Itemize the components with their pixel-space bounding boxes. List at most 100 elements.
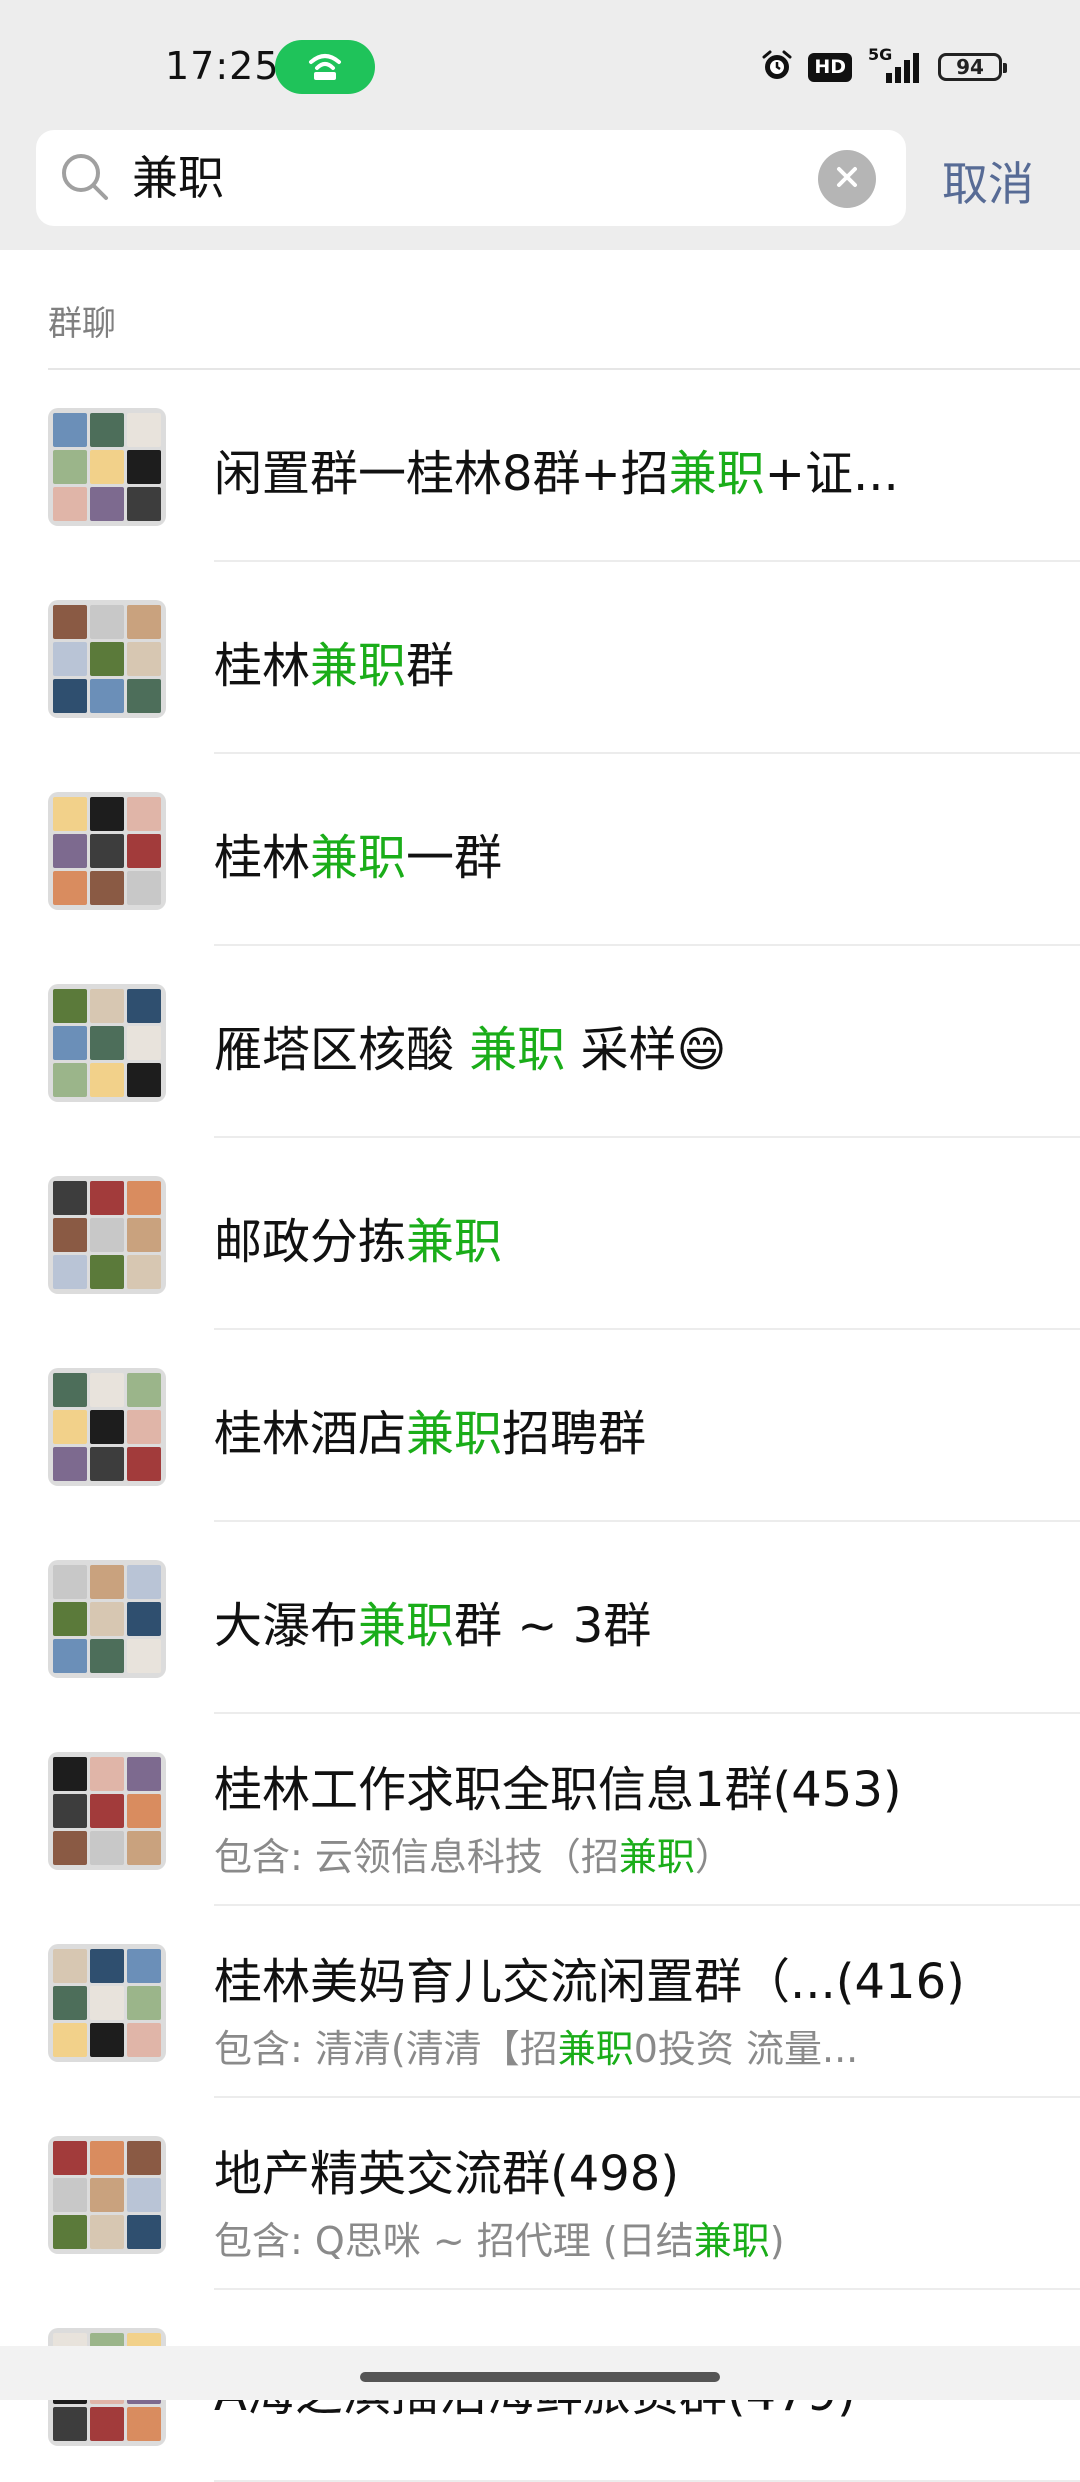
group-chat-result[interactable]: 桂林美妈育儿交流闲置群（...(416) 包含: 清清(清清【招兼职0投资 流量.… xyxy=(0,1906,1080,2098)
group-name: 闲置群一桂林8群+招兼职+证... xyxy=(214,434,899,504)
member-avatar-tile xyxy=(127,605,161,639)
member-avatar-tile xyxy=(53,1757,87,1791)
member-avatar-tile xyxy=(90,989,124,1023)
text-segment: 桂林工作求职全职信息1群(453) xyxy=(214,1762,902,1818)
member-avatar-tile xyxy=(127,642,161,676)
group-name: 桂林美妈育儿交流闲置群（...(416) xyxy=(214,1942,965,2012)
highlight-keyword: 兼职 xyxy=(618,1835,695,1879)
member-avatar-tile xyxy=(53,871,87,905)
status-time: 17:25 xyxy=(165,44,280,88)
group-chat-result[interactable]: 地产精英交流群(498) 包含: Q思咪 ~ 招代理 (日结兼职) xyxy=(0,2098,1080,2290)
matched-member: 包含: 清清(清清【招兼职0投资 流量... xyxy=(214,2018,858,2073)
text-segment: 包含: 清清(清清【招 xyxy=(214,2027,558,2071)
member-avatar-tile xyxy=(53,1602,87,1636)
member-avatar-tile xyxy=(53,1410,87,1444)
member-avatar-tile xyxy=(127,679,161,713)
group-avatar xyxy=(48,1560,166,1678)
member-avatar-tile xyxy=(90,1063,124,1097)
hotspot-indicator[interactable] xyxy=(275,40,375,94)
member-avatar-tile xyxy=(90,1373,124,1407)
matched-member: 包含: 云领信息科技（招兼职） xyxy=(214,1826,733,1881)
member-avatar-tile xyxy=(53,1218,87,1252)
member-avatar-tile xyxy=(127,2178,161,2212)
group-avatar xyxy=(48,1176,166,1294)
text-segment: 桂林酒店 xyxy=(214,1406,407,1462)
member-avatar-tile xyxy=(53,1026,87,1060)
text-segment: 桂林 xyxy=(214,638,311,694)
close-icon xyxy=(834,164,860,194)
status-icons: HD 5G 94 xyxy=(760,45,1007,86)
member-avatar-tile xyxy=(127,797,161,831)
battery-level: 94 xyxy=(956,55,984,79)
group-name: 桂林工作求职全职信息1群(453) xyxy=(214,1750,902,1820)
group-chat-result[interactable]: 桂林工作求职全职信息1群(453) 包含: 云领信息科技（招兼职） xyxy=(0,1714,1080,1906)
highlight-keyword: 兼职 xyxy=(406,1406,503,1462)
member-avatar-tile xyxy=(90,1181,124,1215)
group-chat-result[interactable]: 桂林兼职群 xyxy=(0,562,1080,754)
member-avatar-tile xyxy=(53,2141,87,2175)
member-avatar-tile xyxy=(53,2178,87,2212)
member-avatar-tile xyxy=(53,1373,87,1407)
member-avatar-tile xyxy=(90,1831,124,1865)
text-segment: 包含: Q思咪 ~ 招代理 (日结 xyxy=(214,2219,694,2263)
member-avatar-tile xyxy=(127,1949,161,1983)
member-avatar-tile xyxy=(90,834,124,868)
group-chat-result[interactable]: 邮政分拣兼职 xyxy=(0,1138,1080,1330)
member-avatar-tile xyxy=(90,1639,124,1673)
group-chat-result[interactable]: 闲置群一桂林8群+招兼职+证... xyxy=(0,370,1080,562)
clear-search-button[interactable] xyxy=(818,150,876,208)
text-segment: 桂林 xyxy=(214,830,311,886)
highlight-keyword: 兼职 xyxy=(469,1022,566,1078)
member-avatar-tile xyxy=(90,413,124,447)
text-segment: 雁塔区核酸 xyxy=(214,1022,470,1078)
group-name: 邮政分拣兼职 xyxy=(214,1202,502,1272)
member-avatar-tile xyxy=(127,1986,161,2020)
text-segment: +证... xyxy=(764,446,899,502)
member-avatar-tile xyxy=(53,679,87,713)
cancel-button[interactable]: 取消 xyxy=(942,148,1034,214)
member-avatar-tile xyxy=(90,450,124,484)
member-avatar-tile xyxy=(127,989,161,1023)
hd-voice-icon: HD xyxy=(808,52,852,82)
member-avatar-tile xyxy=(127,1565,161,1599)
signal-icon: 5G xyxy=(866,45,924,85)
group-chat-result[interactable]: 桂林酒店兼职招聘群 xyxy=(0,1330,1080,1522)
member-avatar-tile xyxy=(53,989,87,1023)
group-chat-result[interactable]: 雁塔区核酸 兼职 采样😄 xyxy=(0,946,1080,1138)
member-avatar-tile xyxy=(90,1794,124,1828)
home-indicator[interactable] xyxy=(360,2372,720,2382)
text-segment: ) xyxy=(769,2219,785,2263)
text-segment: 0投资 流量... xyxy=(633,2027,859,2071)
member-avatar-tile xyxy=(90,1565,124,1599)
text-segment: 招聘群 xyxy=(502,1406,647,1462)
member-avatar-tile xyxy=(53,1986,87,2020)
member-avatar-tile xyxy=(90,871,124,905)
text-segment: 邮政分拣 xyxy=(214,1214,407,1270)
member-avatar-tile xyxy=(90,1949,124,1983)
matched-member: 包含: Q思咪 ~ 招代理 (日结兼职) xyxy=(214,2210,785,2265)
member-avatar-tile xyxy=(127,413,161,447)
member-avatar-tile xyxy=(53,1639,87,1673)
member-avatar-tile xyxy=(53,2407,87,2441)
group-name: 桂林兼职群 xyxy=(214,626,454,696)
member-avatar-tile xyxy=(53,797,87,831)
member-avatar-tile xyxy=(127,1757,161,1791)
member-avatar-tile xyxy=(90,1602,124,1636)
group-chat-result[interactable]: 大瀑布兼职群 ~ 3群 xyxy=(0,1522,1080,1714)
member-avatar-tile xyxy=(90,1757,124,1791)
member-avatar-tile xyxy=(90,1447,124,1481)
member-avatar-tile xyxy=(127,1639,161,1673)
text-segment: ） xyxy=(694,1835,733,1879)
member-avatar-tile xyxy=(127,1794,161,1828)
group-name: 雁塔区核酸 兼职 采样😄 xyxy=(214,1010,727,1080)
highlight-keyword: 兼职 xyxy=(358,1598,455,1654)
group-chat-result[interactable]: 桂林兼职一群 xyxy=(0,754,1080,946)
member-avatar-tile xyxy=(53,1447,87,1481)
text-segment: 群 ~ 3群 xyxy=(454,1598,652,1654)
group-name: 桂林酒店兼职招聘群 xyxy=(214,1394,646,1464)
member-avatar-tile xyxy=(53,1565,87,1599)
search-bar[interactable]: 兼职 xyxy=(36,130,906,226)
member-avatar-tile xyxy=(127,1373,161,1407)
search-input[interactable]: 兼职 xyxy=(132,130,224,226)
member-avatar-tile xyxy=(90,797,124,831)
